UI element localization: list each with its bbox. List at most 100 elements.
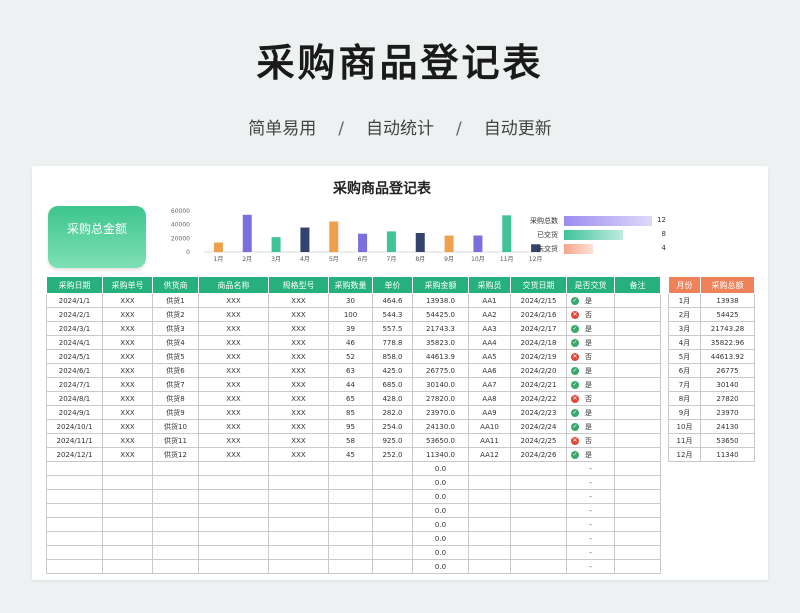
cell-delivered[interactable]: ✕ 否	[566, 349, 615, 364]
cell-date[interactable]: 2024/1/1	[46, 293, 103, 308]
cell-empty[interactable]	[198, 517, 269, 532]
cell-order[interactable]: XXX	[102, 335, 153, 350]
cell-supplier[interactable]: 供货1	[152, 293, 199, 308]
cell-empty[interactable]	[102, 545, 153, 560]
cell-price[interactable]: 425.0	[372, 363, 413, 378]
cell-product[interactable]: XXX	[198, 363, 269, 378]
cell-delivered[interactable]: -	[566, 475, 615, 490]
cell-product[interactable]: XXX	[198, 405, 269, 420]
cell-delivery[interactable]: 2024/2/18	[510, 335, 567, 350]
cell-delivered[interactable]: ✓ 是	[566, 419, 615, 434]
cell-delivered[interactable]: -	[566, 517, 615, 532]
cell-product[interactable]: XXX	[198, 433, 269, 448]
cell-order[interactable]: XXX	[102, 405, 153, 420]
cell-price[interactable]: 544.3	[372, 307, 413, 322]
cell-spec[interactable]: XXX	[268, 433, 329, 448]
column-header[interactable]: 商品名称	[198, 276, 269, 294]
cell-buyer[interactable]: AA5	[468, 349, 511, 364]
cell-note[interactable]	[614, 391, 661, 406]
cell-note[interactable]	[614, 321, 661, 336]
cell-empty[interactable]	[328, 461, 373, 476]
summary-cell-total[interactable]: 54425	[700, 307, 755, 322]
cell-empty[interactable]	[614, 475, 661, 490]
cell-empty[interactable]	[152, 489, 199, 504]
cell-price[interactable]: 252.0	[372, 447, 413, 462]
summary-cell-month[interactable]: 2月	[668, 307, 701, 322]
cell-order[interactable]: XXX	[102, 377, 153, 392]
cell-note[interactable]	[614, 405, 661, 420]
cell-note[interactable]	[614, 377, 661, 392]
cell-empty[interactable]	[46, 531, 103, 546]
cell-supplier[interactable]: 供货11	[152, 433, 199, 448]
cell-empty[interactable]	[468, 475, 511, 490]
cell-date[interactable]: 2024/4/1	[46, 335, 103, 350]
cell-empty[interactable]	[468, 503, 511, 518]
cell-empty[interactable]	[198, 503, 269, 518]
cell-empty[interactable]	[510, 503, 567, 518]
cell-delivery[interactable]: 2024/2/17	[510, 321, 567, 336]
cell-order[interactable]: XXX	[102, 363, 153, 378]
cell-empty[interactable]	[102, 559, 153, 574]
cell-empty[interactable]	[102, 475, 153, 490]
cell-order[interactable]: XXX	[102, 321, 153, 336]
cell-empty[interactable]	[372, 475, 413, 490]
cell-delivered[interactable]: ✓ 是	[566, 377, 615, 392]
cell-amount[interactable]: 24130.0	[412, 419, 469, 434]
cell-delivered[interactable]: ✕ 否	[566, 391, 615, 406]
summary-cell-month[interactable]: 9月	[668, 405, 701, 420]
summary-cell-total[interactable]: 24130	[700, 419, 755, 434]
cell-empty[interactable]	[510, 517, 567, 532]
cell-amount[interactable]: 26775.0	[412, 363, 469, 378]
summary-column-header[interactable]: 月份	[668, 276, 701, 294]
cell-qty[interactable]: 100	[328, 307, 373, 322]
cell-supplier[interactable]: 供货7	[152, 377, 199, 392]
cell-empty[interactable]	[102, 517, 153, 532]
cell-supplier[interactable]: 供货10	[152, 419, 199, 434]
cell-empty[interactable]	[372, 531, 413, 546]
cell-delivered[interactable]: ✕ 否	[566, 433, 615, 448]
cell-date[interactable]: 2024/7/1	[46, 377, 103, 392]
cell-empty[interactable]	[468, 489, 511, 504]
cell-amount[interactable]: 0.0	[412, 475, 469, 490]
cell-empty[interactable]	[152, 503, 199, 518]
cell-empty[interactable]	[46, 517, 103, 532]
summary-cell-month[interactable]: 11月	[668, 433, 701, 448]
cell-date[interactable]: 2024/8/1	[46, 391, 103, 406]
cell-spec[interactable]: XXX	[268, 447, 329, 462]
cell-order[interactable]: XXX	[102, 391, 153, 406]
cell-empty[interactable]	[198, 461, 269, 476]
column-header[interactable]: 交货日期	[510, 276, 567, 294]
cell-amount[interactable]: 23970.0	[412, 405, 469, 420]
summary-cell-month[interactable]: 8月	[668, 391, 701, 406]
cell-delivered[interactable]: -	[566, 545, 615, 560]
cell-qty[interactable]: 39	[328, 321, 373, 336]
cell-empty[interactable]	[510, 545, 567, 560]
cell-date[interactable]: 2024/2/1	[46, 307, 103, 322]
cell-empty[interactable]	[46, 489, 103, 504]
cell-price[interactable]: 778.8	[372, 335, 413, 350]
cell-supplier[interactable]: 供货12	[152, 447, 199, 462]
cell-spec[interactable]: XXX	[268, 307, 329, 322]
cell-empty[interactable]	[268, 489, 329, 504]
cell-supplier[interactable]: 供货9	[152, 405, 199, 420]
cell-empty[interactable]	[328, 475, 373, 490]
cell-note[interactable]	[614, 363, 661, 378]
cell-empty[interactable]	[510, 461, 567, 476]
cell-empty[interactable]	[328, 531, 373, 546]
cell-note[interactable]	[614, 293, 661, 308]
cell-amount[interactable]: 21743.3	[412, 321, 469, 336]
cell-qty[interactable]: 44	[328, 377, 373, 392]
cell-empty[interactable]	[198, 559, 269, 574]
cell-delivered[interactable]: ✓ 是	[566, 321, 615, 336]
cell-empty[interactable]	[46, 475, 103, 490]
cell-delivery[interactable]: 2024/2/15	[510, 293, 567, 308]
cell-empty[interactable]	[614, 545, 661, 560]
cell-order[interactable]: XXX	[102, 293, 153, 308]
cell-empty[interactable]	[198, 475, 269, 490]
cell-order[interactable]: XXX	[102, 349, 153, 364]
cell-date[interactable]: 2024/10/1	[46, 419, 103, 434]
cell-spec[interactable]: XXX	[268, 419, 329, 434]
summary-cell-total[interactable]: 23970	[700, 405, 755, 420]
cell-empty[interactable]	[468, 517, 511, 532]
cell-price[interactable]: 557.5	[372, 321, 413, 336]
